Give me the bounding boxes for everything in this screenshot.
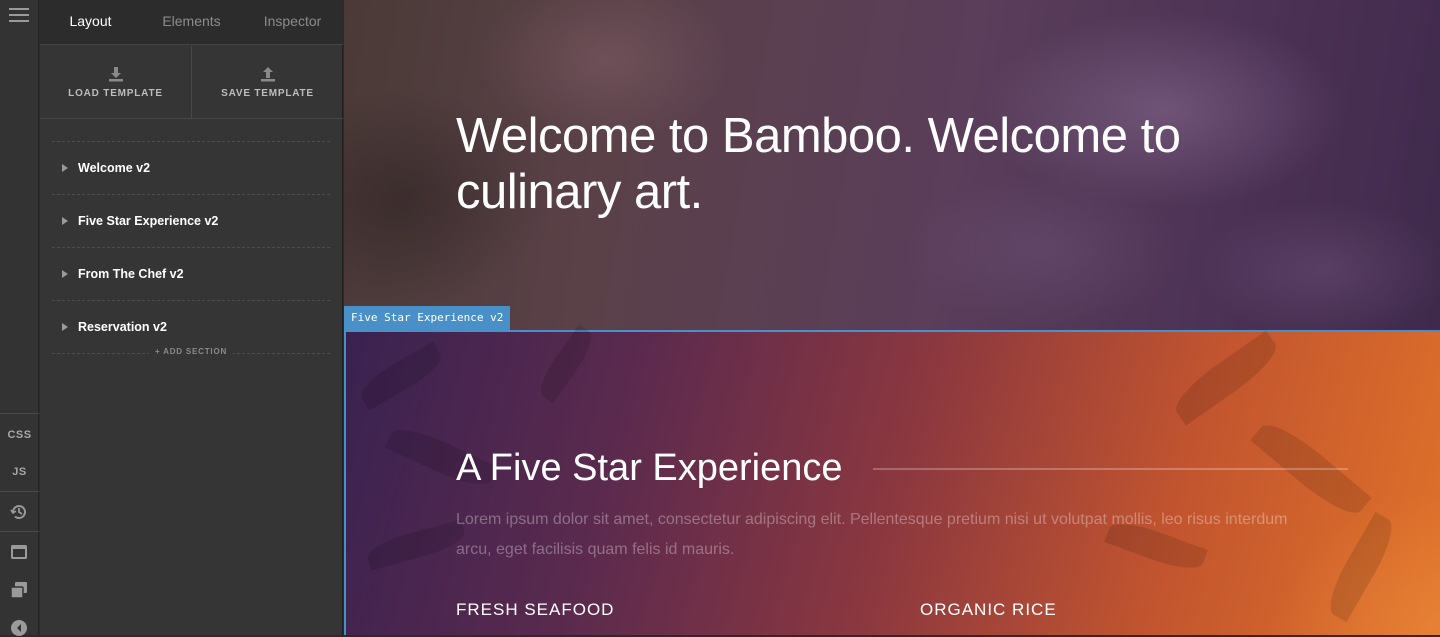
tab-inspector[interactable]: Inspector	[242, 0, 343, 44]
section-item-welcome[interactable]: Welcome v2	[52, 141, 330, 194]
expand-arrow-icon[interactable]	[62, 270, 68, 278]
expand-arrow-icon[interactable]	[62, 323, 68, 331]
load-template-label: LOAD TEMPLATE	[68, 87, 163, 99]
rail-divider	[0, 531, 39, 532]
rail-divider	[0, 413, 39, 414]
rail-divider	[0, 491, 39, 492]
column-heading-rice: ORGANIC RICE	[920, 600, 1057, 619]
pages-icon[interactable]	[10, 581, 28, 599]
expand-arrow-icon[interactable]	[62, 164, 68, 172]
history-icon[interactable]	[10, 503, 28, 521]
load-template-button[interactable]: LOAD TEMPLATE	[40, 46, 191, 118]
bamboo-leaf-decoration	[364, 519, 468, 571]
title-divider-line	[873, 468, 1348, 470]
template-bar: LOAD TEMPLATE SAVE TEMPLATE	[40, 46, 343, 119]
add-section-divider: + ADD SECTION	[52, 347, 330, 367]
section-item-from-the-chef[interactable]: From The Chef v2	[52, 247, 330, 300]
save-template-label: SAVE TEMPLATE	[221, 87, 314, 99]
five-star-section[interactable]: A Five Star Experience Lorem ipsum dolor…	[344, 324, 1440, 635]
bamboo-leaf-decoration	[1167, 330, 1285, 426]
bamboo-leaf-decoration	[355, 341, 447, 411]
css-button[interactable]: CSS	[0, 429, 39, 441]
section-label: Reservation v2	[78, 320, 167, 334]
section-list: Welcome v2 Five Star Experience v2 From …	[52, 141, 330, 367]
bamboo-leaf-decoration	[1320, 511, 1402, 623]
five-star-paragraph: Lorem ipsum dolor sit amet, consectetur …	[456, 511, 1288, 558]
five-star-title: A Five Star Experience	[456, 447, 843, 489]
collapse-icon[interactable]	[10, 619, 28, 637]
section-item-reservation[interactable]: Reservation v2	[52, 300, 330, 353]
welcome-section[interactable]: Welcome to Bamboo. Welcome to culinary a…	[344, 0, 1440, 330]
column-heading-seafood: FRESH SEAFOOD	[456, 600, 615, 619]
icon-rail: CSS JS	[0, 0, 39, 637]
section-label: Welcome v2	[78, 161, 151, 175]
js-button[interactable]: JS	[0, 466, 39, 478]
selected-section-label[interactable]: Five Star Experience v2	[344, 306, 511, 330]
panel-tabs: Layout Elements Inspector	[40, 0, 343, 45]
menu-icon[interactable]	[9, 8, 29, 24]
section-label: From The Chef v2	[78, 267, 184, 281]
expand-arrow-icon[interactable]	[62, 217, 68, 225]
preview-canvas: Welcome to Bamboo. Welcome to culinary a…	[344, 0, 1440, 635]
download-icon	[108, 66, 123, 81]
add-section-button[interactable]: + ADD SECTION	[148, 347, 234, 356]
bamboo-leaf-decoration	[533, 324, 599, 404]
builder-panel: Layout Elements Inspector LOAD TEMPLATE …	[40, 0, 343, 635]
tab-layout[interactable]: Layout	[40, 0, 141, 44]
layout-icon[interactable]	[10, 543, 28, 561]
tab-elements[interactable]: Elements	[141, 0, 242, 44]
hero-title: Welcome to Bamboo. Welcome to culinary a…	[456, 109, 1181, 219]
upload-icon	[260, 66, 275, 81]
section-label: Five Star Experience v2	[78, 214, 219, 228]
save-template-button[interactable]: SAVE TEMPLATE	[191, 46, 343, 118]
section-item-five-star[interactable]: Five Star Experience v2	[52, 194, 330, 247]
